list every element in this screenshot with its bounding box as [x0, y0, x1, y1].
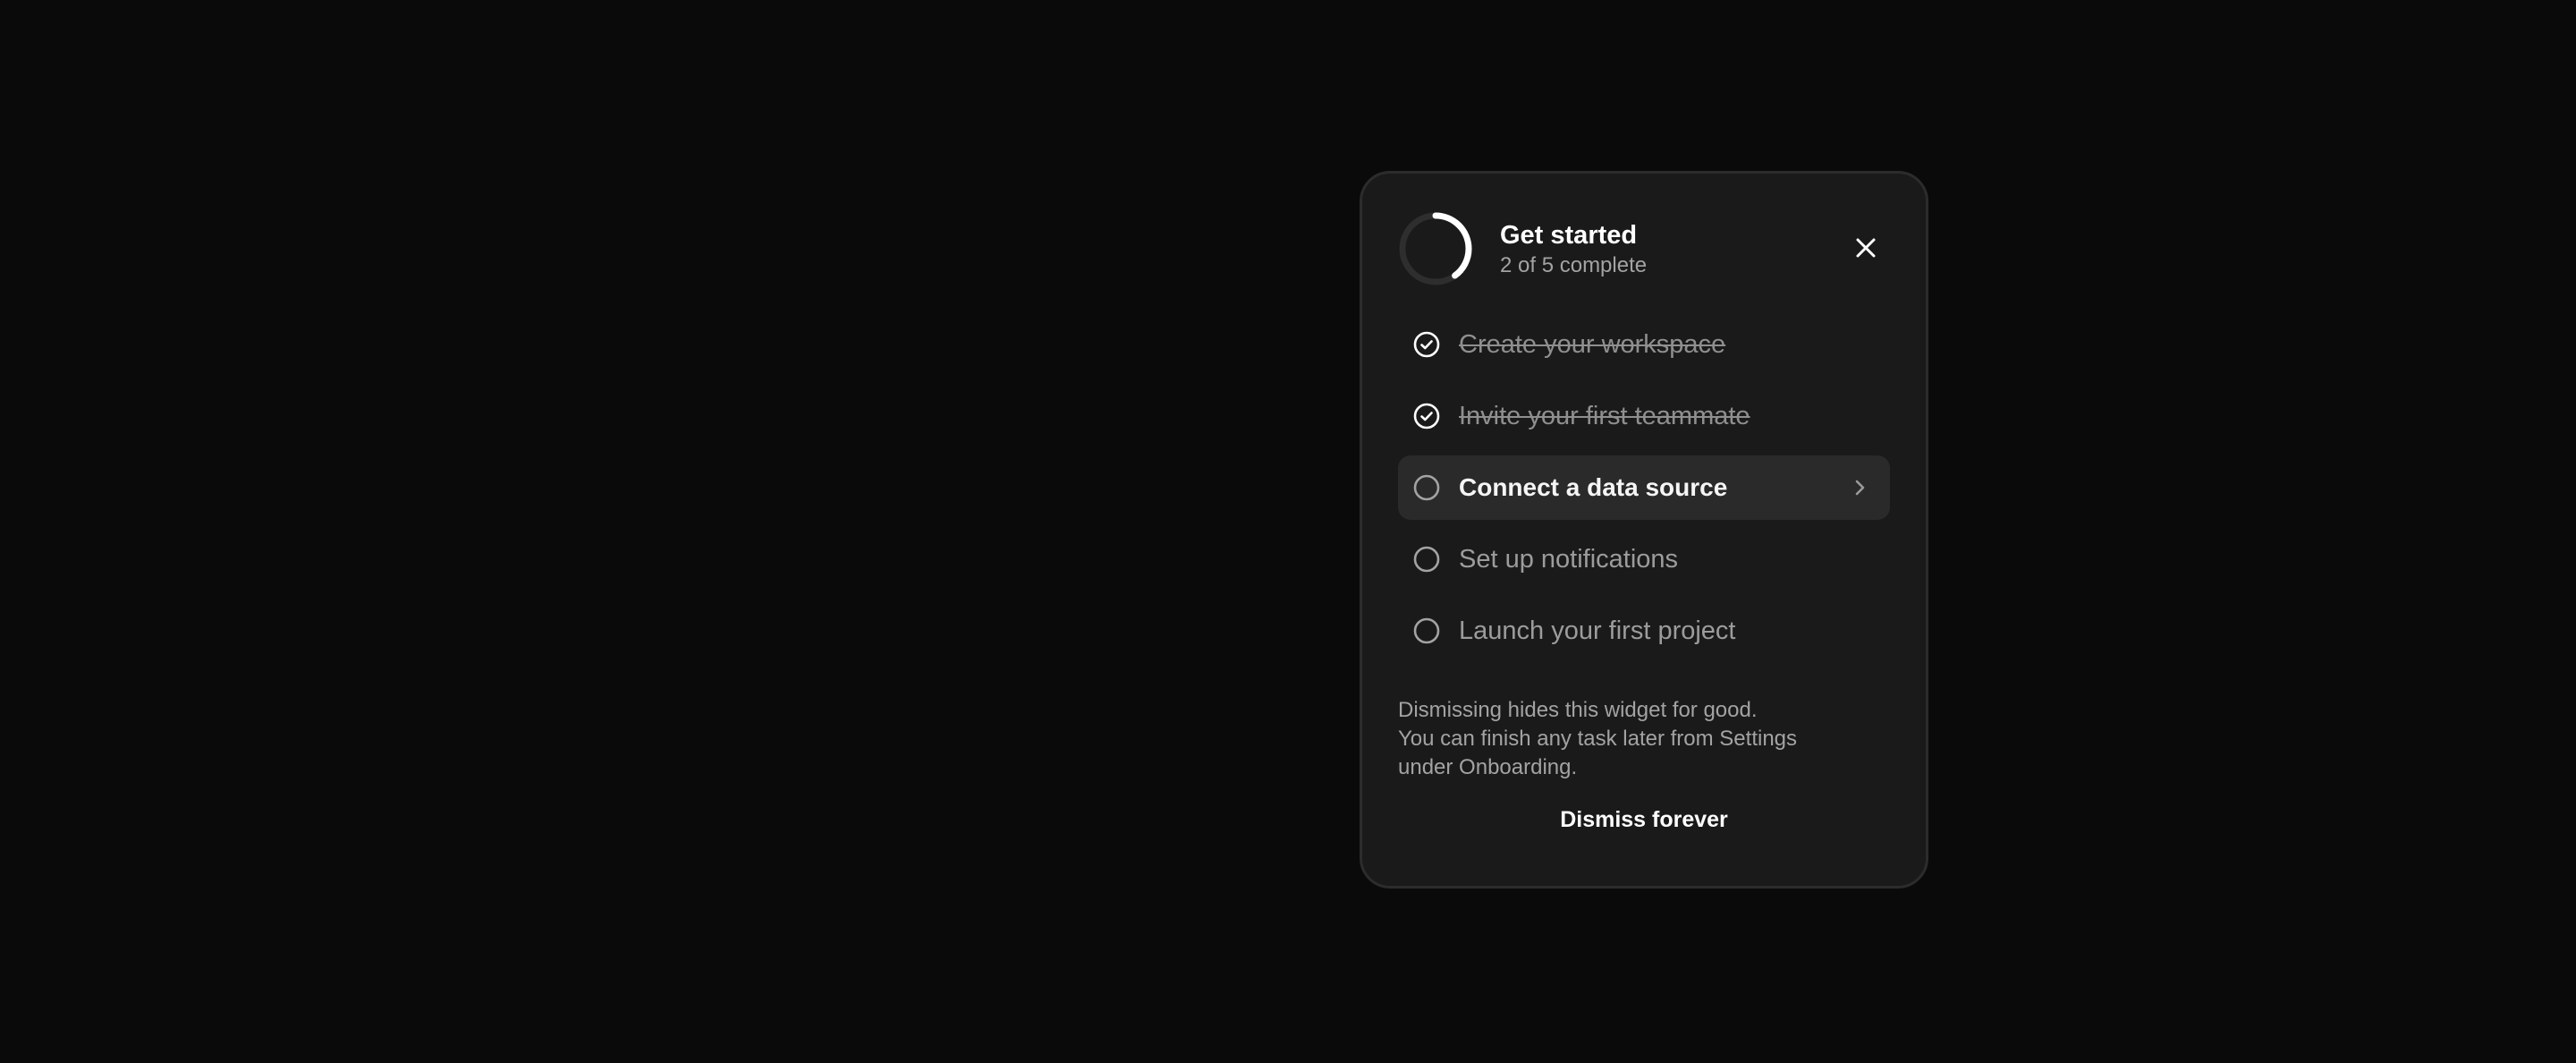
task-item-launch-project[interactable]: Launch your first project [1398, 599, 1890, 663]
task-item-create-workspace[interactable]: Create your workspace [1398, 312, 1890, 377]
dismiss-note: Dismissing hides this widget for good. Y… [1398, 696, 1890, 782]
close-button[interactable] [1842, 224, 1890, 272]
close-icon [1856, 238, 1876, 258]
task-list: Create your workspace Invite your first … [1398, 312, 1890, 670]
onboarding-widget: Get started 2 of 5 complete Create your … [1360, 171, 1928, 889]
task-label: Launch your first project [1459, 617, 1736, 645]
task-item-connect-data-source[interactable]: Connect a data source [1398, 455, 1890, 520]
circle-icon [1412, 473, 1441, 502]
dismiss-note-line: You can finish any task later from Setti… [1398, 727, 1798, 751]
dismiss-forever-button[interactable]: Dismiss forever [1398, 800, 1890, 839]
circle-icon [1412, 545, 1441, 574]
circle-icon [1412, 617, 1441, 645]
widget-title: Get started [1500, 221, 1638, 250]
dismiss-note-line: under Onboarding. [1398, 755, 1578, 779]
progress-ring [1398, 211, 1473, 286]
task-label: Connect a data source [1459, 473, 1728, 501]
dismiss-note-line: Dismissing hides this widget for good. [1398, 698, 1758, 722]
task-label: Invite your first teammate [1459, 402, 1750, 430]
chevron-right-icon [1847, 475, 1872, 500]
progress-text: 2 of 5 complete [1500, 253, 1648, 277]
header-text: Get started 2 of 5 complete [1500, 220, 1647, 281]
task-label: Create your workspace [1459, 330, 1726, 359]
task-label: Set up notifications [1459, 545, 1679, 574]
task-item-set-up-notifications[interactable]: Set up notifications [1398, 527, 1890, 591]
task-item-invite-teammate[interactable]: Invite your first teammate [1398, 384, 1890, 448]
check-circle-icon [1412, 402, 1441, 430]
progress-ring-graphic [1399, 212, 1472, 285]
widget-header: Get started 2 of 5 complete [1398, 211, 1890, 286]
check-circle-icon [1412, 330, 1441, 359]
